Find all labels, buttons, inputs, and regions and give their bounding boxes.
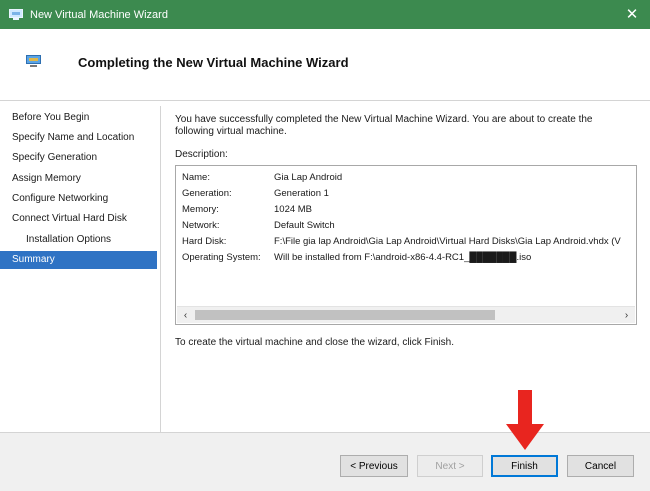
description-key: Network: — [182, 220, 220, 231]
description-row: Generation: Generation 1 — [182, 186, 329, 202]
nav-item-configure-networking[interactable]: Configure Networking — [0, 190, 157, 208]
scroll-left-icon[interactable]: ‹ — [177, 307, 194, 323]
nav-item-connect-virtual-hard-disk[interactable]: Connect Virtual Hard Disk — [0, 210, 157, 228]
nav-item-assign-memory[interactable]: Assign Memory — [0, 170, 157, 188]
description-key: Memory: — [182, 204, 219, 215]
nav-item-installation-options[interactable]: Installation Options — [0, 231, 157, 249]
summary-panel: You have successfully completed the New … — [161, 101, 650, 432]
description-key: Operating System: — [182, 252, 261, 263]
horizontal-scrollbar[interactable]: ‹ › — [177, 306, 635, 323]
description-row: Hard Disk: F:\File gia lap Android\Gia La… — [182, 234, 621, 250]
description-value: Generation 1 — [274, 188, 329, 199]
wizard-steps-nav: Before You Begin Specify Name and Locati… — [0, 101, 160, 432]
finish-instruction: To create the virtual machine and close … — [175, 337, 455, 348]
description-row: Network: Default Switch — [182, 218, 335, 234]
description-key: Name: — [182, 172, 210, 183]
description-value: F:\File gia lap Android\Gia Lap Android\… — [274, 236, 621, 247]
scroll-right-icon[interactable]: › — [618, 307, 635, 323]
previous-button[interactable]: < Previous — [340, 455, 408, 477]
intro-text: You have successfully completed the New … — [175, 114, 593, 137]
scrollbar-thumb[interactable] — [195, 310, 495, 320]
description-row: Memory: 1024 MB — [182, 202, 312, 218]
description-value: Will be installed from F:\android-x86-4.… — [274, 252, 532, 263]
vm-monitor-icon — [9, 8, 23, 21]
description-value: Gia Lap Android — [274, 172, 343, 183]
title-bar: New Virtual Machine Wizard ✕ — [0, 0, 650, 29]
window-title: New Virtual Machine Wizard — [30, 8, 168, 21]
description-value: Default Switch — [274, 220, 335, 231]
description-row: Operating System: Will be installed from … — [182, 250, 531, 266]
description-value: 1024 MB — [274, 204, 313, 215]
close-icon[interactable]: ✕ — [620, 3, 644, 25]
description-label: Description: — [175, 149, 228, 160]
description-key: Generation: — [182, 188, 232, 199]
page-title: Completing the New Virtual Machine Wizar… — [78, 55, 349, 70]
vm-monitor-icon — [26, 55, 41, 67]
nav-item-specify-generation[interactable]: Specify Generation — [0, 149, 157, 167]
wizard-header: Completing the New Virtual Machine Wizar… — [0, 29, 650, 99]
finish-button[interactable]: Finish — [491, 455, 558, 477]
nav-item-summary[interactable]: Summary — [0, 251, 157, 269]
description-row: Name: Gia Lap Android — [182, 170, 342, 186]
next-button[interactable]: Next > — [417, 455, 483, 477]
wizard-footer: < Previous Next > Finish Cancel — [0, 433, 650, 491]
nav-item-before-you-begin[interactable]: Before You Begin — [0, 109, 157, 127]
description-box[interactable]: Name: Gia Lap Android Generation: Generati… — [175, 165, 637, 325]
cancel-button[interactable]: Cancel — [567, 455, 634, 477]
description-key: Hard Disk: — [182, 236, 227, 247]
nav-item-specify-name-location[interactable]: Specify Name and Location — [0, 129, 157, 147]
annotation-arrow-icon — [506, 390, 544, 450]
